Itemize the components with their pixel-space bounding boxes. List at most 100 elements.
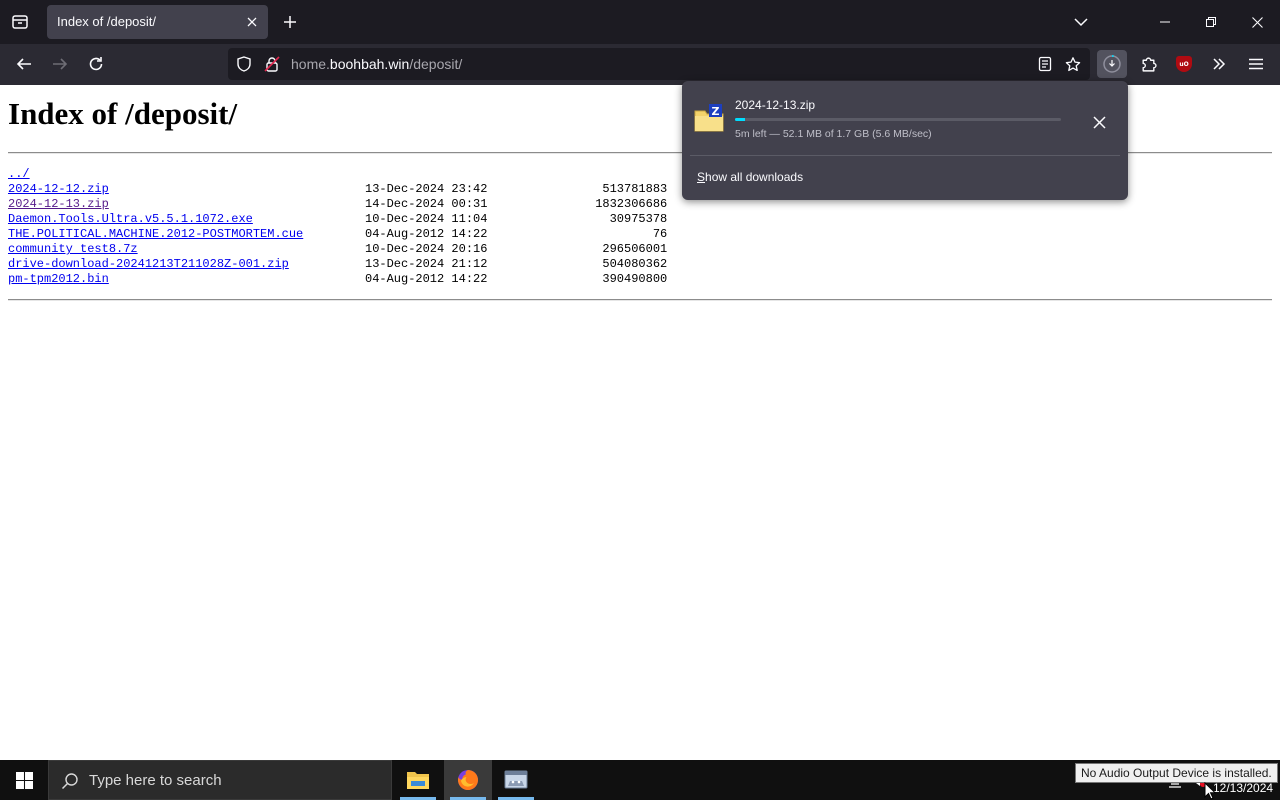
file-size: 76 xyxy=(652,227,668,241)
game-app-taskbar-button[interactable] xyxy=(492,760,540,800)
minimize-button[interactable] xyxy=(1142,0,1188,44)
parent-directory-link[interactable]: ../ xyxy=(8,167,30,182)
file-size: 30975378 xyxy=(609,212,668,226)
taskbar-clock-date[interactable]: 12/13/2024 xyxy=(1213,781,1273,795)
file-date: 10-Dec-2024 11:04 xyxy=(365,212,488,226)
search-placeholder: Type here to search xyxy=(89,772,222,789)
app-menu-button[interactable] xyxy=(1241,50,1271,78)
hamburger-menu-icon xyxy=(1249,58,1263,70)
show-all-downloads-button[interactable]: Show all downloads xyxy=(697,170,803,184)
double-chevron-right-icon xyxy=(1213,58,1226,70)
file-link[interactable]: drive-download-20241213T211028Z-001.zip xyxy=(8,257,289,272)
divider xyxy=(8,299,1272,301)
file-link[interactable]: 2024-12-12.zip xyxy=(8,182,109,197)
cancel-download-button[interactable] xyxy=(1087,110,1111,134)
file-date: 13-Dec-2024 23:42 xyxy=(365,182,488,196)
reload-button[interactable] xyxy=(81,50,111,78)
start-button[interactable] xyxy=(0,760,48,800)
tab-bar: Index of /deposit/ xyxy=(0,0,1280,44)
file-link[interactable]: THE.POLITICAL.MACHINE.2012-POSTMORTEM.cu… xyxy=(8,227,303,242)
file-date: 14-Dec-2024 00:31 xyxy=(365,197,488,211)
arrow-right-icon xyxy=(53,58,68,70)
ublock-origin-button[interactable]: uO xyxy=(1169,50,1199,78)
url-subdomain: home. xyxy=(291,56,330,72)
zip-file-icon: Z xyxy=(694,103,726,133)
minimize-icon xyxy=(1160,21,1170,23)
new-tab-button[interactable] xyxy=(278,9,302,35)
reader-view-button[interactable] xyxy=(1037,56,1053,72)
file-link[interactable]: community test8.7z xyxy=(8,242,138,257)
reader-view-icon xyxy=(1038,56,1052,72)
tab-active[interactable]: Index of /deposit/ xyxy=(47,5,268,39)
list-item-parent: ../ xyxy=(8,167,51,182)
mouse-cursor-icon xyxy=(1204,782,1216,800)
tab-close-button[interactable] xyxy=(244,14,260,30)
audio-tooltip: No Audio Output Device is installed. xyxy=(1075,763,1278,783)
star-icon xyxy=(1065,56,1081,71)
show-all-downloads-label: how all downloads xyxy=(705,170,804,184)
restore-icon xyxy=(1206,17,1216,27)
directory-listing: ../ 2024-12-12.zip 13-Dec-2024 23:42 51378… xyxy=(8,167,667,287)
taskbar-search-box[interactable]: Type here to search xyxy=(48,760,392,800)
list-item: 2024-12-13.zip 14-Dec-2024 00:31 183230668… xyxy=(8,197,667,212)
download-progress-icon xyxy=(1103,55,1121,73)
lock-insecure-icon xyxy=(264,56,280,72)
download-file-name[interactable]: 2024-12-13.zip xyxy=(735,98,815,112)
list-item: pm-tpm2012.bin 04-Aug-2012 14:22 390490800 xyxy=(8,272,667,287)
list-all-tabs-button[interactable] xyxy=(1068,10,1094,34)
file-explorer-icon xyxy=(407,772,429,789)
tracking-protection-icon[interactable] xyxy=(236,56,252,72)
downloads-button[interactable] xyxy=(1097,50,1127,78)
forward-button[interactable] xyxy=(45,50,75,78)
list-item: community test8.7z 10-Dec-2024 20:16 29650… xyxy=(8,242,667,257)
url-text[interactable]: home.boohbah.win/deposit/ xyxy=(291,56,462,72)
list-item: THE.POLITICAL.MACHINE.2012-POSTMORTEM.cu… xyxy=(8,227,667,242)
close-icon xyxy=(1092,115,1106,129)
close-icon xyxy=(247,17,257,27)
search-icon xyxy=(61,773,78,790)
puzzle-piece-icon xyxy=(1141,56,1157,72)
file-date: 13-Dec-2024 21:12 xyxy=(365,257,488,271)
download-progress-fill xyxy=(735,118,745,121)
file-date: 04-Aug-2012 14:22 xyxy=(365,227,488,241)
file-date: 04-Aug-2012 14:22 xyxy=(365,272,488,286)
firefox-icon xyxy=(458,770,478,790)
file-size: 390490800 xyxy=(602,272,668,286)
list-item: Daemon.Tools.Ultra.v5.5.1.1072.exe 10-Dec… xyxy=(8,212,667,227)
game-controller-window-icon xyxy=(504,770,528,789)
file-size: 513781883 xyxy=(602,182,668,196)
close-window-button[interactable] xyxy=(1234,0,1280,44)
chevron-down-icon xyxy=(1074,18,1088,27)
tab-title: Index of /deposit/ xyxy=(57,14,157,29)
file-size: 1832306686 xyxy=(595,197,668,211)
url-bar[interactable]: home.boohbah.win/deposit/ xyxy=(228,48,1090,80)
divider xyxy=(690,155,1120,156)
more-tools-button[interactable] xyxy=(1204,50,1234,78)
access-key-letter: S xyxy=(697,170,706,184)
download-progress-bar xyxy=(735,118,1061,121)
file-explorer-taskbar-button[interactable] xyxy=(394,760,442,800)
file-link[interactable]: Daemon.Tools.Ultra.v5.5.1.1072.exe xyxy=(8,212,253,227)
file-size: 504080362 xyxy=(602,257,668,271)
bookmark-star-button[interactable] xyxy=(1065,56,1081,72)
arrow-left-icon xyxy=(16,58,31,70)
back-button[interactable] xyxy=(9,50,39,78)
firefox-view-icon xyxy=(12,15,28,29)
url-path: /deposit/ xyxy=(409,56,463,72)
download-status: 5m left — 52.1 MB of 1.7 GB (5.6 MB/sec) xyxy=(735,128,932,140)
ublock-origin-icon: uO xyxy=(1176,56,1192,72)
page-title: Index of /deposit/ xyxy=(8,96,238,131)
insecure-connection-icon[interactable] xyxy=(264,56,280,72)
firefox-taskbar-button[interactable] xyxy=(444,760,492,800)
close-icon xyxy=(1251,16,1263,28)
windows-logo-icon xyxy=(15,771,33,789)
file-size: 296506001 xyxy=(602,242,668,256)
restore-button[interactable] xyxy=(1188,0,1234,44)
extensions-button[interactable] xyxy=(1133,50,1163,78)
file-link[interactable]: pm-tpm2012.bin xyxy=(8,272,109,287)
file-link[interactable]: 2024-12-13.zip xyxy=(8,197,109,212)
url-host: boohbah.win xyxy=(329,56,410,72)
list-item: drive-download-20241213T211028Z-001.zip 1… xyxy=(8,257,667,272)
firefox-view-button[interactable] xyxy=(6,8,34,36)
reload-icon xyxy=(89,57,103,71)
